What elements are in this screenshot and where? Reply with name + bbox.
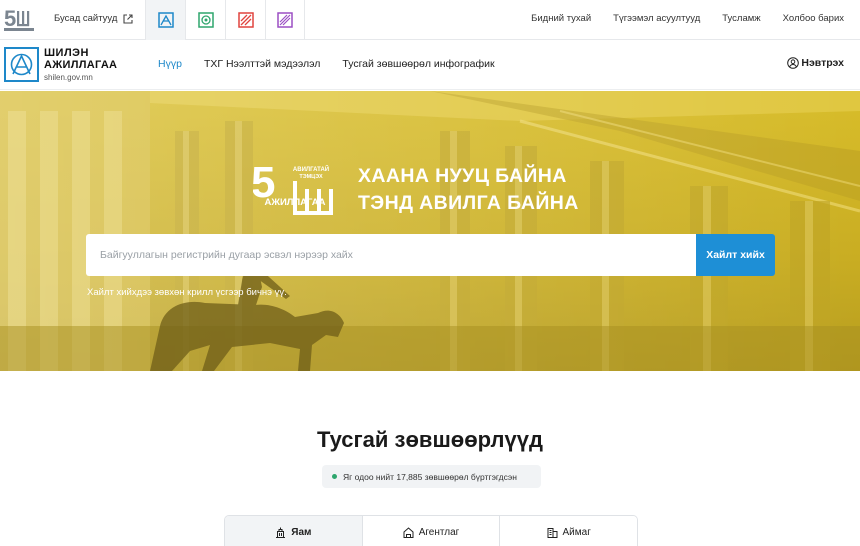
license-category-tabs: Яам Агентлаг Аймаг	[224, 515, 638, 546]
tab-agency-label: Агентлаг	[418, 527, 460, 538]
other-sites-label: Бусад сайтууд	[54, 13, 118, 24]
brand-text: ШИЛЭН АЖИЛЛАГАА shilen.gov.mn	[44, 46, 118, 82]
logo-small-line2: ТЭМЦЭХ	[299, 174, 323, 180]
hero-slogan: ХААНА НУУЦ БАЙНА ТЭНД АВИЛГА БАЙНА	[358, 163, 579, 217]
menu-contact[interactable]: Холбоо барих	[783, 13, 844, 24]
hero-banner: 5 АВИЛГАТАЙ ТЭМЦЭХ АЖИЛЛАГАА ХААНА НУУЦ …	[0, 91, 860, 371]
nav-license-infographic[interactable]: Тусгай зөвшөөрөл инфографик	[342, 58, 494, 70]
ministry-icon	[276, 527, 286, 538]
agency-icon	[403, 527, 414, 538]
site-tab-shilen[interactable]	[145, 0, 185, 40]
site-tab-registry[interactable]	[185, 0, 225, 40]
logo-small-line1: АВИЛГАТАЙ	[293, 165, 329, 173]
login-label: Нэвтрэх	[801, 57, 844, 69]
brand-logo[interactable]: ШИЛЭН АЖИЛЛАГАА shilen.gov.mn	[4, 47, 117, 82]
tab-ministry-label: Яам	[291, 527, 312, 538]
main-nav: Нүүр ТХГ Нээлттэй мэдээлэл Тусгай зөвшөө…	[158, 58, 495, 70]
login-button[interactable]: Нэвтрэх	[787, 57, 844, 69]
stats-site-icon	[237, 12, 254, 28]
slogan-line2: ТЭНД АВИЛГА БАЙНА	[358, 192, 579, 214]
province-icon	[547, 528, 557, 538]
site-tab-report[interactable]	[265, 0, 305, 40]
brand-line1: ШИЛЭН	[44, 46, 89, 59]
top-utility-bar: 5 Бусад сайтууд Бидний тухай Түгээмэл ас…	[0, 0, 860, 40]
tab-ministry[interactable]: Яам	[225, 516, 362, 546]
tab-province[interactable]: Аймаг	[499, 516, 637, 546]
slogan-line1: ХААНА НУУЦ БАЙНА	[358, 165, 567, 187]
anti-corruption-campaign-logo: 5 АВИЛГАТАЙ ТЭМЦЭХ АЖИЛЛАГАА	[253, 159, 333, 215]
brand-line2: АЖИЛЛАГАА	[44, 58, 118, 71]
search-hint: Хайлт хийхдээ зөвхөн крилл үсгээр бичнэ …	[87, 287, 287, 298]
hero-background-illustration	[0, 91, 860, 371]
registry-site-icon	[197, 12, 214, 28]
live-status-dot	[332, 474, 337, 479]
search-button[interactable]: Хайлт хийх	[696, 234, 775, 276]
other-sites-link[interactable]: Бусад сайтууд	[54, 13, 133, 24]
user-icon	[787, 57, 800, 69]
tab-province-label: Аймаг	[562, 527, 591, 538]
campaign-logo-icon[interactable]: 5	[4, 7, 38, 33]
menu-help[interactable]: Тусламж	[722, 13, 760, 24]
nav-home[interactable]: Нүүр	[158, 58, 182, 70]
shilen-site-icon	[157, 12, 174, 28]
site-switcher	[145, 0, 305, 40]
license-count-text: Яг одоо нийт 17,885 зөвшөөрөл бүртгэгдсэ…	[343, 471, 517, 482]
menu-faq[interactable]: Түгээмэл асуултууд	[613, 13, 700, 24]
report-site-icon	[277, 12, 293, 28]
logo-word: АЖИЛЛАГАА	[265, 197, 326, 208]
main-header: ШИЛЭН АЖИЛЛАГАА shilen.gov.mn Нүүр ТХГ Н…	[0, 40, 860, 90]
svg-text:5: 5	[4, 7, 16, 31]
organization-search-input[interactable]	[86, 234, 696, 276]
site-tab-stats[interactable]	[225, 0, 265, 40]
shilen-logo-icon	[4, 47, 39, 82]
license-count-badge: Яг одоо нийт 17,885 зөвшөөрөл бүртгэгдсэ…	[322, 465, 541, 488]
external-link-icon	[123, 13, 133, 24]
tab-agency[interactable]: Агентлаг	[361, 516, 500, 546]
licenses-title: Тусгай зөвшөөрлүүд	[317, 427, 543, 452]
nav-open-data[interactable]: ТХГ Нээлттэй мэдээлэл	[204, 58, 320, 70]
menu-about[interactable]: Бидний тухай	[531, 13, 591, 24]
top-menu: Бидний тухай Түгээмэл асуултууд Тусламж …	[531, 13, 844, 24]
brand-domain: shilen.gov.mn	[44, 72, 93, 82]
